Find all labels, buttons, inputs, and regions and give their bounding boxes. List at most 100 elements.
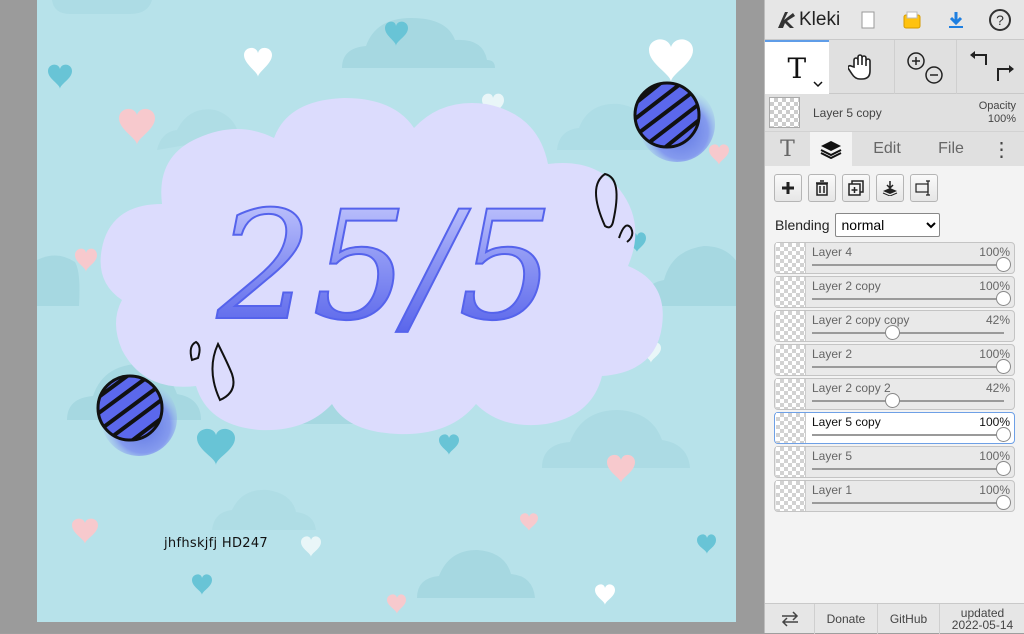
layer-row[interactable]: Layer 2 100% bbox=[774, 344, 1015, 376]
swap-icon bbox=[781, 611, 798, 627]
title-text: 25/5 bbox=[216, 180, 554, 354]
tab-more[interactable]: ⋮ bbox=[980, 132, 1023, 166]
layer-thumbnail bbox=[776, 277, 806, 307]
blending-row: Blending normal bbox=[765, 210, 1024, 240]
layer-row[interactable]: Layer 5 copy 100% bbox=[774, 412, 1015, 444]
current-layer-preview: Layer 5 copy Opacity 100% bbox=[765, 94, 1024, 132]
updated-date: 2022-05-14 bbox=[951, 618, 1014, 632]
layer-row[interactable]: Layer 1 100% bbox=[774, 480, 1015, 512]
hand-tool-button[interactable] bbox=[829, 40, 895, 94]
github-link[interactable]: GitHub bbox=[878, 604, 940, 634]
donate-link[interactable]: Donate bbox=[815, 604, 878, 634]
opacity-slider-track[interactable] bbox=[812, 434, 1004, 436]
signature-text: jhfhskjfj HD247 bbox=[164, 536, 268, 551]
kleki-logo-icon bbox=[778, 11, 795, 28]
layer-thumbnail bbox=[776, 345, 806, 375]
swap-layout-button[interactable] bbox=[765, 604, 815, 634]
save-button[interactable] bbox=[890, 0, 934, 40]
layer-name: Layer 2 copy bbox=[812, 279, 881, 293]
layer-thumbnail bbox=[776, 311, 806, 341]
layer-list: Layer 4 100% Layer 2 copy 100% Layer 2 copy … bbox=[765, 240, 1024, 607]
blending-label: Blending bbox=[775, 217, 830, 233]
merge-down-icon bbox=[882, 181, 898, 196]
new-image-button[interactable] bbox=[846, 0, 890, 40]
duplicate-layer-button[interactable] bbox=[842, 174, 870, 202]
layer-row[interactable]: Layer 2 copy 100% bbox=[774, 276, 1015, 308]
workspace[interactable]: 25/5 jhfhskjfj HD247 bbox=[0, 0, 764, 633]
title-numerals: 25/5 bbox=[215, 179, 555, 355]
zoom-out-icon[interactable] bbox=[925, 66, 944, 84]
tab-edit[interactable]: Edit bbox=[852, 132, 922, 166]
text-tool-button[interactable]: T bbox=[765, 40, 829, 94]
layer-row[interactable]: Layer 2 copy 2 42% bbox=[774, 378, 1015, 410]
rename-layer-button[interactable] bbox=[910, 174, 938, 202]
delete-layer-button[interactable] bbox=[808, 174, 836, 202]
app-name: Kleki bbox=[799, 8, 841, 30]
opacity-slider-handle[interactable] bbox=[995, 461, 1011, 476]
layer-row[interactable]: Layer 4 100% bbox=[774, 242, 1015, 274]
opacity-slider-handle[interactable] bbox=[995, 495, 1011, 510]
undo-redo-buttons bbox=[957, 40, 1024, 94]
text-tool-icon: T bbox=[787, 51, 807, 85]
layer-thumbnail bbox=[776, 481, 806, 511]
opacity-slider-track[interactable] bbox=[812, 332, 1004, 334]
add-layer-icon bbox=[782, 182, 794, 194]
tool-row: T bbox=[765, 40, 1024, 94]
updated-info: updated 2022-05-14 bbox=[940, 604, 1024, 634]
layer-name: Layer 1 bbox=[812, 483, 853, 497]
layer-name: Layer 5 copy bbox=[812, 415, 881, 429]
layer-name: Layer 5 bbox=[812, 449, 853, 463]
opacity-slider-handle[interactable] bbox=[995, 359, 1011, 374]
tab-file[interactable]: File bbox=[922, 132, 980, 166]
kleki-logo[interactable]: Kleki bbox=[765, 0, 846, 40]
chevron-down-icon[interactable] bbox=[813, 80, 823, 88]
layer-action-buttons bbox=[765, 166, 1024, 210]
opacity-slider-handle[interactable] bbox=[995, 427, 1011, 442]
layer-name: Layer 2 copy 2 bbox=[812, 381, 891, 395]
opacity-slider-track[interactable] bbox=[812, 468, 1004, 470]
opacity-slider-handle[interactable] bbox=[884, 393, 900, 408]
layer-opacity: 42% bbox=[985, 313, 1010, 327]
opacity-slider-track[interactable] bbox=[812, 264, 1004, 266]
add-layer-button[interactable] bbox=[774, 174, 802, 202]
canvas-artwork: 25/5 bbox=[37, 0, 736, 614]
layers-icon bbox=[820, 141, 842, 159]
svg-text:?: ? bbox=[996, 12, 1004, 28]
opacity-slider-track[interactable] bbox=[812, 366, 1004, 368]
opacity-label: Opacity bbox=[978, 99, 1016, 112]
zoom-in-icon[interactable] bbox=[907, 52, 926, 70]
current-layer-opacity: Opacity 100% bbox=[979, 100, 1024, 126]
download-icon bbox=[949, 11, 964, 28]
top-bar: Kleki ? bbox=[765, 0, 1024, 40]
opacity-slider-handle[interactable] bbox=[995, 291, 1011, 306]
panel-tabs: T Edit File ⋮ bbox=[765, 132, 1024, 166]
opacity-slider-track[interactable] bbox=[812, 298, 1004, 300]
opacity-slider-track[interactable] bbox=[812, 400, 1004, 402]
tab-layers[interactable] bbox=[810, 132, 852, 166]
redo-icon[interactable] bbox=[996, 65, 1014, 81]
layer-thumbnail bbox=[776, 379, 806, 409]
drawing-canvas[interactable]: 25/5 jhfhskjfj HD247 bbox=[37, 0, 736, 622]
rename-layer-icon bbox=[915, 180, 930, 196]
duplicate-layer-icon bbox=[848, 180, 864, 196]
layer-row[interactable]: Layer 2 copy copy 42% bbox=[774, 310, 1015, 342]
opacity-slider-handle[interactable] bbox=[884, 325, 900, 340]
blending-mode-select[interactable]: normal bbox=[834, 213, 940, 237]
footer: Donate GitHub updated 2022-05-14 bbox=[765, 603, 1024, 634]
opacity-slider-track[interactable] bbox=[812, 502, 1004, 504]
undo-redo-icons bbox=[969, 51, 1014, 81]
layer-row[interactable]: Layer 5 100% bbox=[774, 446, 1015, 478]
help-button[interactable]: ? bbox=[978, 0, 1022, 40]
layer-thumbnail bbox=[776, 243, 806, 273]
layer-thumbnail bbox=[776, 413, 806, 443]
save-icon bbox=[903, 11, 921, 28]
layer-name: Layer 4 bbox=[812, 245, 853, 259]
opacity-value: 100% bbox=[987, 112, 1016, 125]
merge-down-button[interactable] bbox=[876, 174, 904, 202]
hand-icon bbox=[848, 54, 871, 80]
tab-tool-settings[interactable]: T bbox=[765, 132, 810, 166]
opacity-slider-handle[interactable] bbox=[995, 257, 1011, 272]
current-layer-name: Layer 5 copy bbox=[813, 105, 882, 120]
download-button[interactable] bbox=[934, 0, 978, 40]
undo-icon[interactable] bbox=[969, 51, 987, 65]
